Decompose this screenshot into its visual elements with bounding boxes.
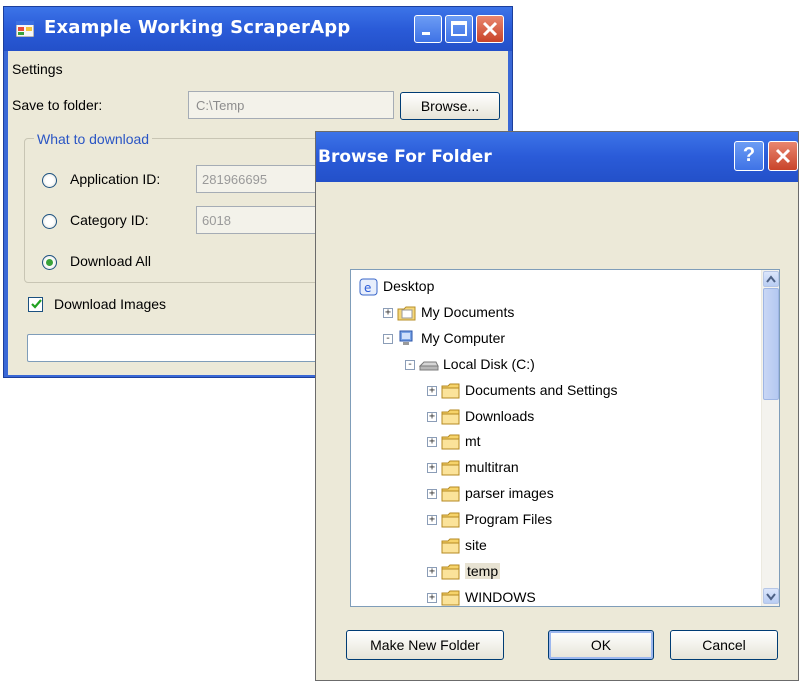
minimize-icon <box>422 32 430 35</box>
tree-item-label: My Computer <box>421 329 506 346</box>
tree-item[interactable]: site <box>351 535 759 557</box>
folder-icon <box>441 512 460 528</box>
drive-icon <box>419 361 439 371</box>
expand-icon[interactable]: + <box>427 437 437 448</box>
tree-item[interactable]: + My Documents <box>351 302 759 324</box>
close-icon <box>482 21 498 37</box>
make-new-folder-button[interactable]: Make New Folder <box>346 630 504 660</box>
close-button[interactable] <box>476 15 504 43</box>
dialog-close-button[interactable] <box>768 141 798 171</box>
save-folder-input[interactable]: C:\Temp <box>188 91 394 119</box>
browse-for-folder-dialog: Browse For Folder ? e Desktop + My Document… <box>315 131 799 681</box>
browse-button[interactable]: Browse... <box>400 92 500 120</box>
tree-item[interactable]: + temp <box>351 561 759 583</box>
expand-icon[interactable]: + <box>427 566 437 577</box>
chevron-down-icon <box>766 593 776 601</box>
tree-item-label: mt <box>465 433 481 450</box>
scroll-up-button[interactable] <box>763 271 779 287</box>
help-button[interactable]: ? <box>734 141 764 171</box>
desktop-icon: e <box>359 278 378 296</box>
ok-button[interactable]: OK <box>548 630 654 660</box>
expand-icon[interactable]: + <box>383 307 393 318</box>
app-icon <box>16 21 34 37</box>
dialog-title: Browse For Folder <box>318 147 492 167</box>
tree-item[interactable]: + multitran <box>351 457 759 479</box>
my-documents-icon <box>397 306 416 321</box>
save-folder-label: Save to folder: <box>12 97 103 113</box>
application-id-label: Application ID: <box>70 171 161 187</box>
make-new-folder-label: Make New Folder <box>370 637 480 653</box>
maximize-icon <box>451 21 467 36</box>
tree-scrollbar[interactable] <box>761 270 779 606</box>
tree-item-label: My Documents <box>421 303 515 320</box>
cancel-button[interactable]: Cancel <box>670 630 778 660</box>
folder-icon <box>441 409 460 424</box>
application-id-radio[interactable] <box>42 173 57 188</box>
tree-item[interactable]: + Documents and Settings <box>351 380 759 402</box>
tree-item-label: temp <box>465 562 501 579</box>
expand-icon[interactable]: + <box>427 411 437 422</box>
folder-icon <box>441 486 460 502</box>
main-title-bar[interactable]: Example Working ScraperApp <box>4 7 512 51</box>
tree-item-label: Downloads <box>465 407 535 424</box>
expand-icon[interactable]: + <box>427 515 437 526</box>
folder-icon <box>441 434 460 450</box>
folder-icon <box>441 383 460 399</box>
collapse-icon[interactable]: - <box>383 333 393 344</box>
my-computer-icon <box>399 330 413 345</box>
scroll-down-button[interactable] <box>763 588 779 604</box>
close-icon <box>775 148 791 164</box>
menu-settings[interactable]: Settings <box>12 61 63 77</box>
tree-item[interactable]: - Local Disk (C:) <box>351 354 759 376</box>
tree-item[interactable]: + parser images <box>351 483 759 505</box>
checkmark-icon <box>31 299 42 309</box>
tree-item-label: parser images <box>465 485 554 502</box>
folder-icon <box>441 590 460 606</box>
tree-item[interactable]: + Downloads <box>351 406 759 428</box>
category-id-radio[interactable] <box>42 214 57 229</box>
maximize-button[interactable] <box>445 15 473 43</box>
folder-tree[interactable]: e Desktop + My Documents - My Computer - Local … <box>350 269 780 607</box>
collapse-icon[interactable]: - <box>405 359 415 370</box>
scroll-thumb[interactable] <box>763 288 779 400</box>
download-images-label: Download Images <box>54 296 167 312</box>
chevron-up-icon <box>766 275 776 283</box>
tree-item[interactable]: + WINDOWS <box>351 587 759 606</box>
tree-item-label: WINDOWS <box>465 588 536 605</box>
tree-item-label: site <box>465 537 487 553</box>
expand-icon[interactable]: + <box>427 592 437 603</box>
tree-item[interactable]: - My Computer <box>351 328 759 350</box>
category-id-label: Category ID: <box>70 212 149 228</box>
application-id-input[interactable]: 281966695 <box>196 165 316 193</box>
group-title: What to download <box>34 131 153 147</box>
download-all-label: Download All <box>70 253 151 269</box>
tree-item-label: Documents and Settings <box>465 381 618 398</box>
folder-icon <box>441 460 460 476</box>
tree-item-label: Program Files <box>465 511 553 528</box>
progress-bar <box>27 334 327 362</box>
expand-icon[interactable]: + <box>427 463 437 474</box>
expand-icon[interactable]: + <box>427 385 437 396</box>
tree-item[interactable]: + mt <box>351 431 759 453</box>
tree-item[interactable]: + Program Files <box>351 509 759 531</box>
folder-icon <box>441 538 460 554</box>
dialog-title-bar[interactable]: Browse For Folder ? <box>316 132 798 182</box>
expand-icon[interactable]: + <box>427 489 437 500</box>
download-all-radio[interactable] <box>42 255 57 270</box>
window-title: Example Working ScraperApp <box>44 17 351 38</box>
folder-icon <box>441 564 460 580</box>
tree-item-label: Desktop <box>383 278 435 294</box>
download-images-checkbox[interactable] <box>28 297 43 312</box>
tree-item-label: Local Disk (C:) <box>443 355 535 372</box>
tree-item[interactable]: e Desktop <box>351 276 759 298</box>
minimize-button[interactable] <box>414 15 442 43</box>
svg-text:e: e <box>364 281 371 295</box>
category-id-input[interactable]: 6018 <box>196 206 316 234</box>
tree-item-label: multitran <box>465 459 519 476</box>
menu-bar: Settings <box>8 51 508 85</box>
